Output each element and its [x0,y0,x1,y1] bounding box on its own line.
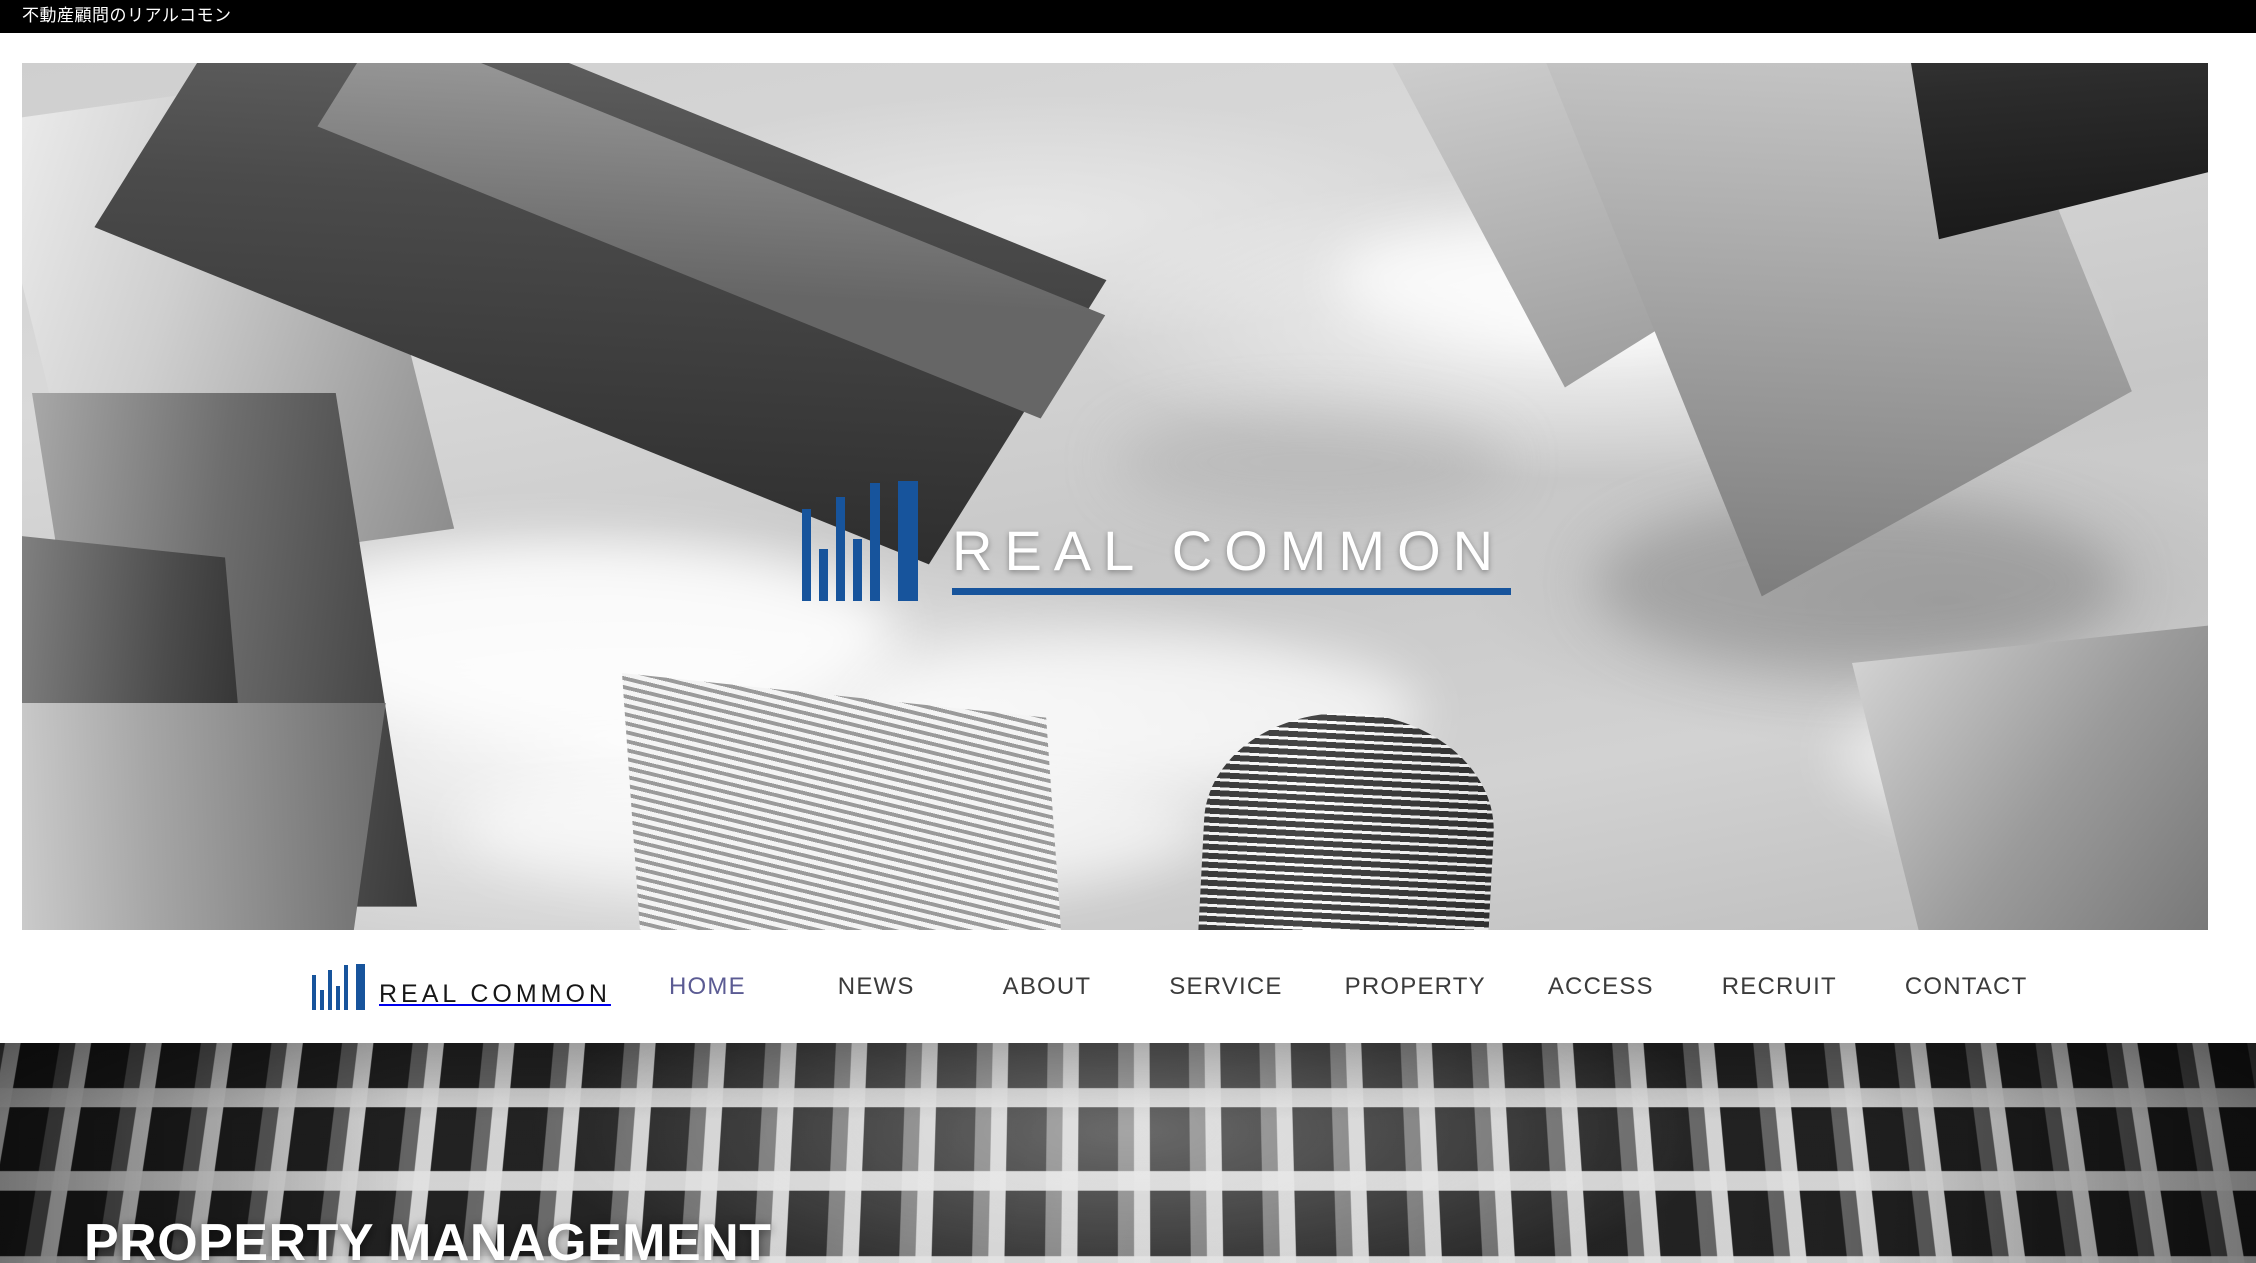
nav-item-service[interactable]: SERVICE [1169,969,1282,1005]
nav-item-access[interactable]: ACCESS [1548,969,1654,1005]
property-management-title: PROPERTY MANAGEMENT [84,1214,772,1263]
nav-item-property[interactable]: PROPERTY [1345,969,1486,1005]
property-management-section: PROPERTY MANAGEMENT [0,1043,2256,1263]
building-bars-icon [312,963,365,1010]
nav-link-list: HOME NEWS ABOUT SERVICE PROPERTY ACCESS … [643,969,2027,1005]
hero-image: REAL COMMON [22,63,2208,930]
hero-section: REAL COMMON [0,33,2256,930]
skyscraper-shape [22,703,386,930]
building-bars-icon [802,481,918,601]
site-tagline: 不動産顧問のリアルコモン [22,6,232,26]
main-navigation: REAL COMMON HOME NEWS ABOUT SERVICE PROP… [0,930,2256,1043]
nav-item-about[interactable]: ABOUT [1003,969,1092,1005]
nav-brand-name: REAL COMMON [379,979,611,1008]
nav-item-contact[interactable]: CONTACT [1905,969,2028,1005]
top-utility-bar: 不動産顧問のリアルコモン [0,0,2256,33]
nav-item-home[interactable]: HOME [669,969,746,1005]
hero-logo[interactable]: REAL COMMON [802,481,1512,601]
hero-brand-name: REAL COMMON [952,523,1512,601]
nav-item-news[interactable]: NEWS [838,969,915,1005]
nav-logo[interactable]: REAL COMMON [312,963,611,1010]
nav-item-recruit[interactable]: RECRUIT [1722,969,1837,1005]
